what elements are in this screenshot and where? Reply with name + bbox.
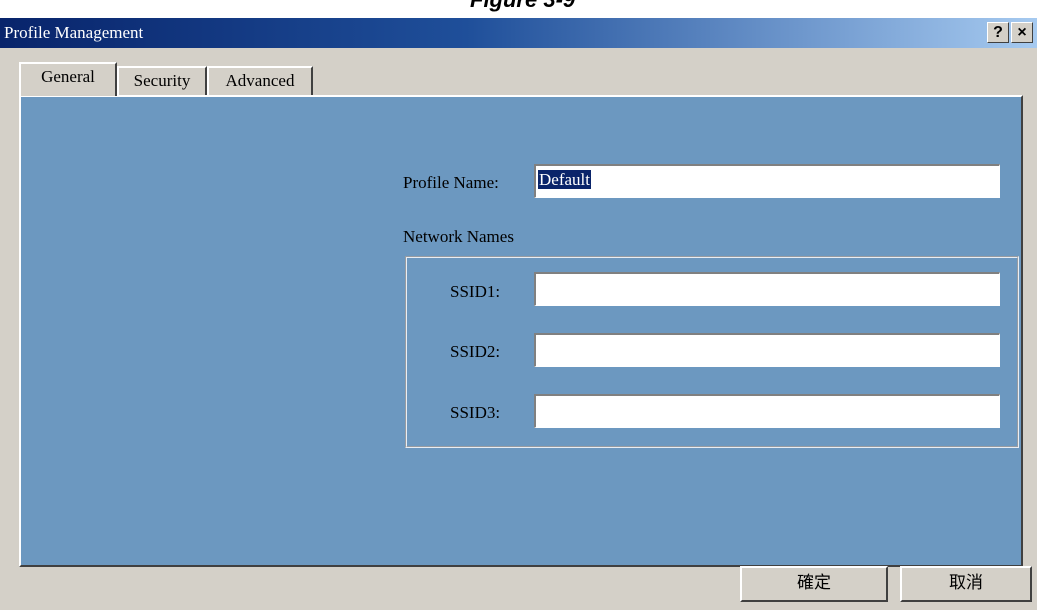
ssid3-input[interactable]: [534, 394, 1000, 428]
tab-label: Security: [133, 71, 191, 90]
tab-general[interactable]: General: [19, 62, 117, 96]
ok-button[interactable]: 確定: [740, 566, 888, 602]
profile-management-dialog: Profile Management ? × General Security …: [0, 18, 1037, 610]
tab-label: General: [41, 67, 95, 86]
help-icon: ?: [993, 24, 1003, 41]
figure-caption: Figure 3-9: [470, 0, 575, 11]
help-button[interactable]: ?: [987, 22, 1009, 43]
ssid2-input[interactable]: [534, 333, 1000, 367]
tab-advanced[interactable]: Advanced: [207, 66, 313, 96]
ssid1-input[interactable]: [534, 272, 1000, 306]
close-button[interactable]: ×: [1011, 22, 1033, 43]
cancel-button[interactable]: 取消: [900, 566, 1032, 602]
profile-name-input[interactable]: Default: [534, 164, 1000, 198]
profile-name-value: Default: [538, 170, 591, 189]
ssid1-label: SSID1:: [450, 282, 501, 301]
ssid3-label: SSID3:: [450, 403, 501, 422]
tab-security[interactable]: Security: [117, 66, 207, 96]
ssid2-label: SSID2:: [450, 342, 501, 361]
network-names-label: Network Names: [403, 227, 514, 246]
close-icon: ×: [1017, 24, 1027, 41]
window-title: Profile Management: [4, 23, 144, 42]
title-bar: Profile Management ? ×: [0, 18, 1037, 48]
tab-label: Advanced: [225, 71, 295, 90]
profile-name-label: Profile Name:: [403, 173, 499, 192]
general-tab-panel: Profile Name: Default Network Names SSID…: [19, 95, 1023, 567]
